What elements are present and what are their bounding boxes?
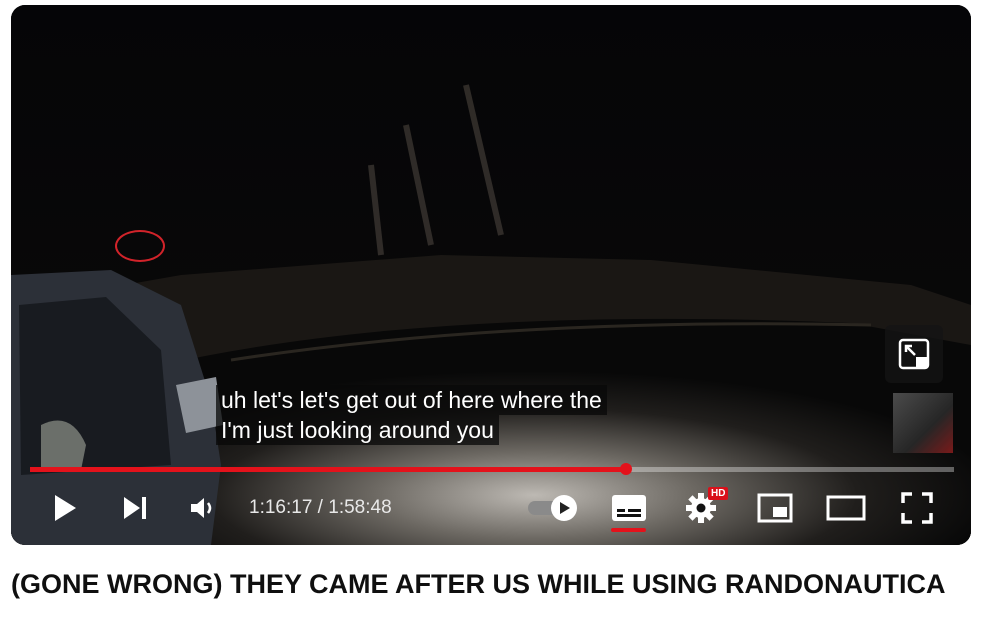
- video-title: (GONE WRONG) THEY CAME AFTER US WHILE US…: [11, 569, 946, 599]
- exit-miniplayer-button[interactable]: [885, 325, 943, 383]
- channel-thumbnail[interactable]: [893, 393, 953, 453]
- theater-mode-button[interactable]: [823, 483, 869, 533]
- video-player[interactable]: uh let's let's get out of here where the…: [11, 5, 971, 545]
- fullscreen-icon: [901, 492, 933, 524]
- next-icon: [124, 497, 146, 519]
- caption-line-2: I'm just looking around you: [216, 415, 499, 445]
- duration: 1:58:48: [328, 497, 392, 518]
- autoplay-toggle-icon: [528, 495, 577, 521]
- play-icon: [55, 495, 76, 521]
- red-circle-annotation: [115, 230, 165, 262]
- captions-icon: [612, 495, 646, 521]
- theater-icon: [826, 495, 866, 521]
- caption-line-1: uh let's let's get out of here where the: [216, 385, 607, 415]
- caption-window: uh let's let's get out of here where the…: [216, 385, 607, 445]
- miniplayer-button[interactable]: [753, 483, 797, 533]
- player-controls: [11, 483, 971, 533]
- captions-button[interactable]: [607, 483, 651, 533]
- video-frame: [11, 5, 971, 545]
- time-separator: /: [312, 497, 329, 518]
- autoplay-toggle[interactable]: [525, 483, 581, 533]
- captions-active-indicator: [611, 528, 646, 532]
- mute-button[interactable]: [183, 483, 223, 533]
- progress-bar[interactable]: [30, 463, 954, 475]
- next-button[interactable]: [115, 483, 155, 533]
- scrubber-handle[interactable]: [619, 463, 632, 475]
- miniplayer-icon: [757, 493, 793, 523]
- play-button[interactable]: [45, 483, 85, 533]
- volume-icon: [191, 498, 212, 518]
- hd-badge: HD: [708, 487, 729, 500]
- exit-miniplayer-icon: [898, 338, 930, 370]
- current-time: 1:16:17: [249, 497, 313, 518]
- progress-played: [30, 467, 626, 472]
- time-display: 1:16:17 / 1:58:48: [249, 483, 392, 533]
- fullscreen-button[interactable]: [897, 483, 937, 533]
